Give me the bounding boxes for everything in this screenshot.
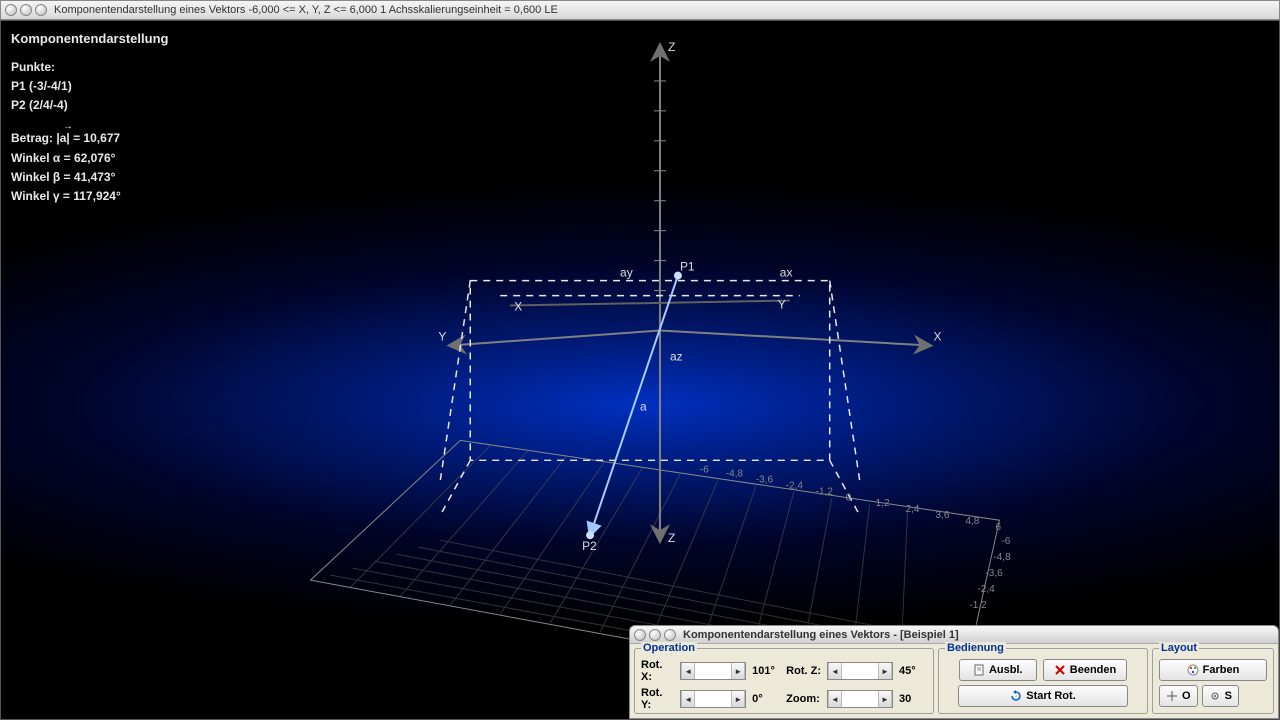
svg-text:-2,4: -2,4 (977, 584, 995, 595)
spinner-rotz[interactable]: ◄► (827, 662, 893, 680)
arrow-left-icon[interactable]: ◄ (681, 663, 695, 679)
main-titlebar: Komponentendarstellung eines Vektors -6,… (0, 0, 1280, 20)
window-title: Komponentendarstellung eines Vektors -6,… (54, 4, 558, 16)
palette-icon (1187, 664, 1199, 676)
svg-text:-3,6: -3,6 (985, 568, 1003, 579)
child-window-button-1[interactable] (634, 629, 646, 641)
svg-text:P2: P2 (582, 539, 597, 553)
control-title: Komponentendarstellung eines Vektors - [… (683, 629, 959, 641)
spinner-roty[interactable]: ◄► (680, 690, 746, 708)
svg-text:-6: -6 (700, 464, 709, 475)
value-rotx: 101° (752, 665, 780, 677)
window-button-1[interactable] (5, 4, 17, 16)
gear-icon (1209, 690, 1221, 702)
arrow-left-icon[interactable]: ◄ (828, 691, 842, 707)
svg-text:1,2: 1,2 (876, 498, 890, 509)
spinner-rotx[interactable]: ◄► (680, 662, 746, 680)
svg-text:Y: Y (778, 298, 786, 312)
svg-text:az: az (670, 349, 683, 363)
svg-text:6: 6 (995, 522, 1001, 533)
svg-text:-1,2: -1,2 (816, 486, 834, 497)
svg-text:3,6: 3,6 (936, 510, 950, 521)
svg-text:X: X (934, 330, 942, 344)
svg-text:ay: ay (620, 266, 633, 280)
arrow-right-icon[interactable]: ► (878, 691, 892, 707)
arrow-right-icon[interactable]: ► (731, 691, 745, 707)
svg-text:0: 0 (846, 492, 852, 503)
button-farben[interactable]: Farben (1159, 659, 1267, 681)
button-start-rotation[interactable]: Start Rot. (958, 685, 1128, 707)
svg-text:-4,8: -4,8 (993, 552, 1011, 563)
value-zoom: 30 (899, 693, 927, 705)
child-window-button-2[interactable] (649, 629, 661, 641)
svg-text:-2,4: -2,4 (786, 480, 804, 491)
viewport-3d[interactable]: Komponentendarstellung Punkte: P1 (-3/-4… (0, 20, 1280, 720)
window-button-2[interactable] (20, 4, 32, 16)
value-rotz: 45° (899, 665, 927, 677)
close-x-icon (1054, 664, 1066, 676)
svg-text:-1,2: -1,2 (969, 600, 987, 611)
svg-text:-6: -6 (1001, 536, 1010, 547)
svg-text:Y: Y (438, 330, 446, 344)
crosshair-icon (1166, 690, 1178, 702)
button-beenden[interactable]: Beenden (1043, 659, 1127, 681)
svg-text:P1: P1 (680, 260, 695, 274)
svg-text:4,8: 4,8 (965, 516, 979, 527)
group-bedienung: Bedienung Ausbl. Beenden (938, 648, 1148, 714)
svg-text:ax: ax (780, 266, 793, 280)
svg-text:Z: Z (668, 531, 675, 545)
document-icon (973, 664, 985, 676)
svg-text:Z: Z (668, 40, 675, 54)
arrow-right-icon[interactable]: ► (731, 663, 745, 679)
svg-text:a: a (640, 399, 647, 413)
label-zoom: Zoom: (786, 693, 821, 705)
label-rotz: Rot. Z: (786, 665, 821, 677)
group-operation: Operation Rot. X: ◄► 101° Rot. Z: ◄► 45°… (634, 648, 934, 714)
rotate-icon (1010, 690, 1022, 702)
group-bedienung-label: Bedienung (945, 642, 1006, 654)
button-style-toggle[interactable]: S (1202, 685, 1239, 707)
arrow-left-icon[interactable]: ◄ (828, 663, 842, 679)
label-roty: Rot. Y: (641, 687, 674, 711)
svg-text:-4,8: -4,8 (726, 468, 744, 479)
arrow-right-icon[interactable]: ► (878, 663, 892, 679)
button-ausblenden[interactable]: Ausbl. (959, 659, 1037, 681)
window-button-3[interactable] (35, 4, 47, 16)
svg-text:X: X (514, 300, 522, 314)
label-rotx: Rot. X: (641, 659, 674, 683)
scene-svg: Z Z X Y X Y P1 P2 ax ay az a -6-4,8-3,6 … (1, 21, 1279, 720)
svg-text:2,4: 2,4 (906, 504, 920, 515)
child-window-button-3[interactable] (664, 629, 676, 641)
group-layout: Layout Farben O S (1152, 648, 1274, 714)
control-window: Komponentendarstellung eines Vektors - [… (629, 625, 1279, 719)
group-layout-label: Layout (1159, 642, 1199, 654)
axis-labels: Z Z X Y X Y P1 P2 ax ay az a (438, 40, 941, 553)
spinner-zoom[interactable]: ◄► (827, 690, 893, 708)
value-roty: 0° (752, 693, 780, 705)
svg-text:-3,6: -3,6 (756, 474, 774, 485)
arrow-left-icon[interactable]: ◄ (681, 691, 695, 707)
button-origin-toggle[interactable]: O (1159, 685, 1198, 707)
group-operation-label: Operation (641, 642, 697, 654)
